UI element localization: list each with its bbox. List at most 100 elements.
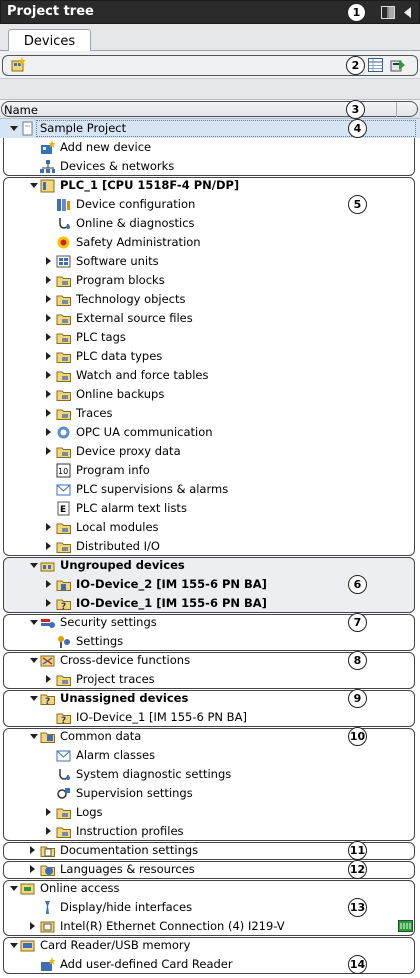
expand-arrow-right-icon[interactable] (46, 390, 51, 398)
tree-item[interactable]: Logs (0, 803, 420, 822)
tree-item[interactable]: Ungrouped devices (0, 556, 420, 575)
tree-item[interactable]: Safety Administration (0, 233, 420, 252)
expand-arrow-down-icon[interactable] (30, 183, 38, 188)
tree-item[interactable]: Devices & networks (0, 157, 420, 176)
tree-item[interactable]: Supervision settings (0, 784, 420, 803)
tree-item-label: Alarm classes (76, 748, 156, 762)
tree-item[interactable]: Program blocks (0, 271, 420, 290)
expand-arrow-right-icon[interactable] (46, 599, 51, 607)
folder-icon (56, 292, 71, 307)
expand-arrow-down-icon[interactable] (30, 734, 38, 739)
tree-item[interactable]: Display/hide interfaces 13 (0, 898, 420, 917)
tree-item-label: Documentation settings (60, 843, 199, 857)
tree-item[interactable]: Card Reader/USB memory (0, 936, 420, 955)
expand-arrow-right-icon[interactable] (46, 827, 51, 835)
expand-arrow-down-icon[interactable] (30, 658, 38, 663)
software-units-icon (56, 254, 71, 269)
tree-item[interactable]: ? IO-Device_1 [IM 155-6 PN BA] (0, 708, 420, 727)
expand-arrow-right-icon[interactable] (46, 371, 51, 379)
tree-item[interactable]: Documentation settings 11 (0, 841, 420, 860)
expand-arrow-right-icon[interactable] (30, 865, 35, 873)
expand-arrow-down-icon[interactable] (30, 563, 38, 568)
tree-item[interactable]: PLC supervisions & alarms (0, 480, 420, 499)
tree-item[interactable]: Security settings 7 (0, 613, 420, 632)
collapse-left-icon[interactable] (401, 6, 413, 22)
tree-item[interactable]: Traces (0, 404, 420, 423)
tree-item[interactable]: Technology objects (0, 290, 420, 309)
tree-item[interactable]: Sample Project 4 (0, 119, 420, 138)
tree-item[interactable]: Settings (0, 632, 420, 651)
callout-1: 1 (347, 3, 366, 22)
tree-item-label: Program info (76, 463, 150, 477)
expand-arrow-right-icon[interactable] (30, 922, 35, 930)
tree-item-label: Local modules (76, 520, 159, 534)
tree-item[interactable]: PLC data types (0, 347, 420, 366)
connection-status-icon (398, 920, 413, 935)
project-tree-titlebar: Project tree 1 (0, 0, 420, 24)
tree-item[interactable]: Intel(R) Ethernet Connection (4) I219-V (0, 917, 420, 936)
tree-item-label: Logs (76, 805, 103, 819)
tree-item-label: Program blocks (76, 273, 165, 287)
tree-item[interactable]: E PLC alarm text lists (0, 499, 420, 518)
expand-arrow-right-icon[interactable] (46, 447, 51, 455)
tree-item[interactable]: 10 Program info (0, 461, 420, 480)
split-view-icon[interactable] (381, 6, 395, 22)
tree-item[interactable]: Project traces (0, 670, 420, 689)
tree-item[interactable]: PLC_1 [CPU 1518F-4 PN/DP] (0, 176, 420, 195)
tree-item[interactable]: Online access (0, 879, 420, 898)
tree-item[interactable]: Add user-defined Card Reader 14 (0, 955, 420, 974)
tree-item[interactable]: External source files (0, 309, 420, 328)
expand-arrow-down-icon[interactable] (10, 943, 18, 948)
tree-item[interactable]: PLC tags (0, 328, 420, 347)
tree-item[interactable]: Add new device (0, 138, 420, 157)
tree-item[interactable]: Online & diagnostics (0, 214, 420, 233)
expand-arrow-right-icon[interactable] (46, 428, 51, 436)
callout-marker: 10 (348, 727, 367, 746)
tree-item[interactable]: Device proxy data (0, 442, 420, 461)
tree-item[interactable]: System diagnostic settings (0, 765, 420, 784)
tab-devices[interactable]: Devices (8, 29, 91, 52)
tree-item[interactable]: ? IO-Device_1 [IM 155-6 PN BA] (0, 594, 420, 613)
expand-arrow-right-icon[interactable] (46, 409, 51, 417)
tree-item[interactable]: Local modules (0, 518, 420, 537)
expand-arrow-right-icon[interactable] (30, 846, 35, 854)
tree-item-label: Common data (60, 729, 142, 743)
expand-arrow-right-icon[interactable] (46, 542, 51, 550)
tree-item[interactable]: Distributed I/O (0, 537, 420, 556)
expand-arrow-right-icon[interactable] (46, 333, 51, 341)
expand-arrow-right-icon[interactable] (46, 314, 51, 322)
tree-item[interactable]: Common data 10 (0, 727, 420, 746)
tree-item[interactable]: Instruction profiles (0, 822, 420, 841)
tree-item[interactable]: Languages & resources 12 (0, 860, 420, 879)
tree-item-label: Traces (76, 406, 113, 420)
tree-item[interactable]: Online backups (0, 385, 420, 404)
expand-arrow-right-icon[interactable] (46, 808, 51, 816)
tree-item[interactable]: Alarm classes (0, 746, 420, 765)
expand-arrow-right-icon[interactable] (46, 295, 51, 303)
io-device-unknown-icon: ? (56, 596, 71, 612)
expand-arrow-right-icon[interactable] (46, 257, 51, 265)
tree-item-label: Ungrouped devices (60, 558, 185, 572)
expand-arrow-down-icon[interactable] (10, 886, 18, 891)
go-online-icon[interactable] (390, 57, 406, 76)
expand-arrow-down-icon[interactable] (30, 696, 38, 701)
tree-item[interactable]: OPC UA communication (0, 423, 420, 442)
expand-arrow-down-icon[interactable] (30, 620, 38, 625)
expand-arrow-right-icon[interactable] (46, 523, 51, 531)
tree-item[interactable]: ? Unassigned devices 9 (0, 689, 420, 708)
table-view-icon[interactable] (368, 58, 383, 75)
tree-item[interactable]: Cross-device functions 8 (0, 651, 420, 670)
tree-item[interactable]: Watch and force tables (0, 366, 420, 385)
callout-marker: 6 (348, 575, 367, 594)
add-device-icon[interactable] (10, 57, 26, 76)
expand-arrow-down-icon[interactable] (10, 126, 18, 131)
expand-arrow-right-icon[interactable] (46, 352, 51, 360)
tree-item[interactable]: Software units (0, 252, 420, 271)
column-separator[interactable] (396, 102, 397, 117)
column-header-name[interactable]: Name (4, 103, 38, 117)
expand-arrow-right-icon[interactable] (46, 580, 51, 588)
tree-item[interactable]: IO-Device_2 [IM 155-6 PN BA] 6 (0, 575, 420, 594)
tree-item[interactable]: Device configuration 5 (0, 195, 420, 214)
expand-arrow-right-icon[interactable] (46, 276, 51, 284)
expand-arrow-right-icon[interactable] (46, 675, 51, 683)
